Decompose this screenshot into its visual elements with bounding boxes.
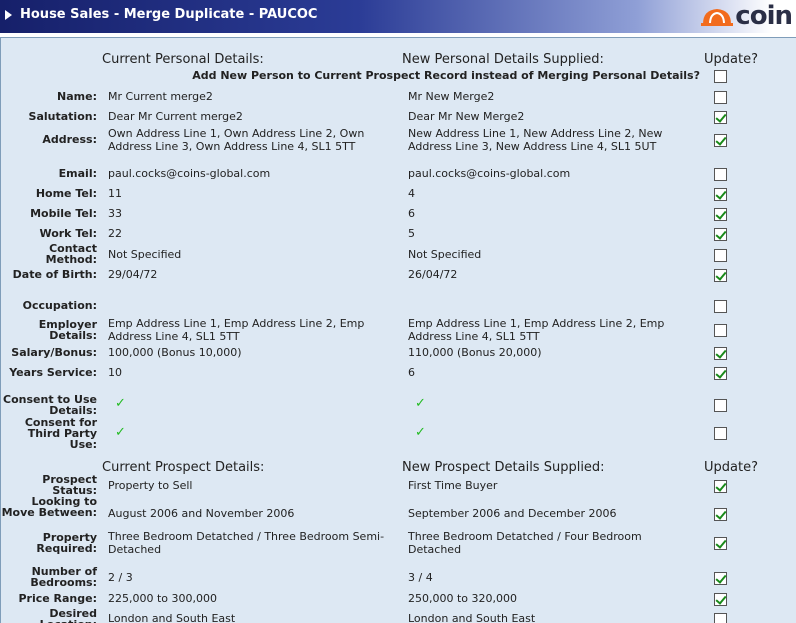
current-value: Emp Address Line 1, Emp Address Line 2, … xyxy=(108,317,365,343)
consent-use-current-tick-icon: ✓ xyxy=(115,396,126,411)
current-value: Own Address Line 1, Own Address Line 2, … xyxy=(108,127,365,153)
current-value: 10 xyxy=(108,366,122,379)
current-value: 33 xyxy=(108,207,122,220)
current-value: 22 xyxy=(108,227,122,240)
row-label: Consent for Third Party Use: xyxy=(24,416,97,451)
row-label: Price Range: xyxy=(18,592,97,605)
new-value: Mr New Merge2 xyxy=(408,90,495,103)
update-checkbox-prospect-status[interactable] xyxy=(714,480,727,493)
update-checkbox-consent-third-party[interactable] xyxy=(714,427,727,440)
add-new-person-label: Add New Person to Current Prospect Recor… xyxy=(192,69,700,82)
new-value: 6 xyxy=(408,207,415,220)
row-label: Mobile Tel: xyxy=(30,207,97,220)
update-checkbox-years-service[interactable] xyxy=(714,367,727,380)
update-checkbox-date-of-birth[interactable] xyxy=(714,269,727,282)
current-value: 225,000 to 300,000 xyxy=(108,592,218,605)
current-value: 2 / 3 xyxy=(108,571,133,584)
new-value: First Time Buyer xyxy=(408,479,498,492)
current-value: London and South East xyxy=(108,612,236,623)
update-checkbox-looking-to-move[interactable] xyxy=(714,508,727,521)
update-checkbox-desired-location[interactable] xyxy=(714,613,727,623)
new-personal-header: New Personal Details Supplied: xyxy=(402,52,604,67)
row-label: Number of Bedrooms: xyxy=(30,565,97,589)
new-value: Three Bedroom Detatched / Four Bedroom D… xyxy=(408,530,642,556)
current-value: August 2006 and November 2006 xyxy=(108,507,295,520)
current-value: 100,000 (Bonus 10,000) xyxy=(108,346,242,359)
logo-text: coin xyxy=(735,1,793,31)
new-value: 26/04/72 xyxy=(408,268,458,281)
row-label: Name: xyxy=(57,90,97,103)
title-arrow-icon xyxy=(5,9,12,20)
row-label: Contact Method: xyxy=(45,242,97,266)
new-prospect-header: New Prospect Details Supplied: xyxy=(402,460,605,475)
update-checkbox-mobile-tel[interactable] xyxy=(714,208,727,221)
new-value: Dear Mr New Merge2 xyxy=(408,110,525,123)
current-value: Not Specified xyxy=(108,248,182,261)
new-value: 4 xyxy=(408,187,415,200)
new-value: 3 / 4 xyxy=(408,571,433,584)
consent-use-new-tick-icon: ✓ xyxy=(415,396,426,411)
update-header-personal: Update? xyxy=(704,52,758,67)
update-checkbox-occupation[interactable] xyxy=(714,300,727,313)
new-value: 250,000 to 320,000 xyxy=(408,592,518,605)
helmet-logo-icon xyxy=(701,9,734,26)
new-value: Emp Address Line 1, Emp Address Line 2, … xyxy=(408,317,665,343)
new-value: 6 xyxy=(408,366,415,379)
new-value: Not Specified xyxy=(408,248,482,261)
new-value: September 2006 and December 2006 xyxy=(408,507,617,520)
title-bar: House Sales - Merge Duplicate - PAUCOC c… xyxy=(0,0,796,33)
update-checkbox-employer-details[interactable] xyxy=(714,324,727,337)
window-title-text: House Sales - Merge Duplicate - PAUCOC xyxy=(20,7,318,22)
update-checkbox-work-tel[interactable] xyxy=(714,228,727,241)
row-label: Work Tel: xyxy=(39,227,97,240)
current-value: Three Bedroom Detatched / Three Bedroom … xyxy=(108,530,385,556)
update-checkbox-property-required[interactable] xyxy=(714,537,727,550)
merge-form: Current Personal Details: New Personal D… xyxy=(0,37,796,623)
row-label: Address: xyxy=(42,133,97,146)
row-label: Prospect Status: xyxy=(42,473,97,497)
update-checkbox-price-range[interactable] xyxy=(714,593,727,606)
row-label: Property Required: xyxy=(36,531,97,555)
new-value: 110,000 (Bonus 20,000) xyxy=(408,346,542,359)
row-label: Email: xyxy=(58,167,97,180)
update-checkbox-number-of-bedrooms[interactable] xyxy=(714,572,727,585)
row-label: Desired Location: xyxy=(40,607,97,623)
current-value: Dear Mr Current merge2 xyxy=(108,110,243,123)
update-header-prospect: Update? xyxy=(704,460,758,475)
update-checkbox-address[interactable] xyxy=(714,134,727,147)
update-checkbox-salutation[interactable] xyxy=(714,111,727,124)
update-checkbox-consent-use[interactable] xyxy=(714,399,727,412)
new-value: New Address Line 1, New Address Line 2, … xyxy=(408,127,663,153)
row-label: Occupation: xyxy=(22,299,97,312)
coins-logo: coin xyxy=(701,1,793,31)
row-label: Years Service: xyxy=(9,366,97,379)
window-title: House Sales - Merge Duplicate - PAUCOC xyxy=(5,7,317,22)
current-personal-header: Current Personal Details: xyxy=(102,52,264,67)
update-checkbox-name[interactable] xyxy=(714,91,727,104)
row-label: Date of Birth: xyxy=(12,268,97,281)
update-checkbox-contact-method[interactable] xyxy=(714,249,727,262)
add-new-person-checkbox[interactable] xyxy=(714,70,727,83)
row-label: Looking to Move Between: xyxy=(1,495,97,519)
row-label: Consent to Use Details: xyxy=(3,393,97,417)
consent-third-party-current-tick-icon: ✓ xyxy=(115,425,126,440)
current-prospect-header: Current Prospect Details: xyxy=(102,460,265,475)
current-value: 29/04/72 xyxy=(108,268,158,281)
update-checkbox-salary-bonus[interactable] xyxy=(714,347,727,360)
row-label: Home Tel: xyxy=(35,187,97,200)
update-checkbox-email[interactable] xyxy=(714,168,727,181)
update-checkbox-home-tel[interactable] xyxy=(714,188,727,201)
current-value: Mr Current merge2 xyxy=(108,90,213,103)
new-value: 5 xyxy=(408,227,415,240)
row-label: Employer Details: xyxy=(38,318,97,342)
new-value: London and South East xyxy=(408,612,536,623)
row-label: Salary/Bonus: xyxy=(11,346,97,359)
new-value: paul.cocks@coins-global.com xyxy=(408,167,571,180)
current-value: paul.cocks@coins-global.com xyxy=(108,167,271,180)
consent-third-party-new-tick-icon: ✓ xyxy=(415,425,426,440)
current-value: Property to Sell xyxy=(108,479,193,492)
current-value: 11 xyxy=(108,187,122,200)
row-label: Salutation: xyxy=(28,110,97,123)
